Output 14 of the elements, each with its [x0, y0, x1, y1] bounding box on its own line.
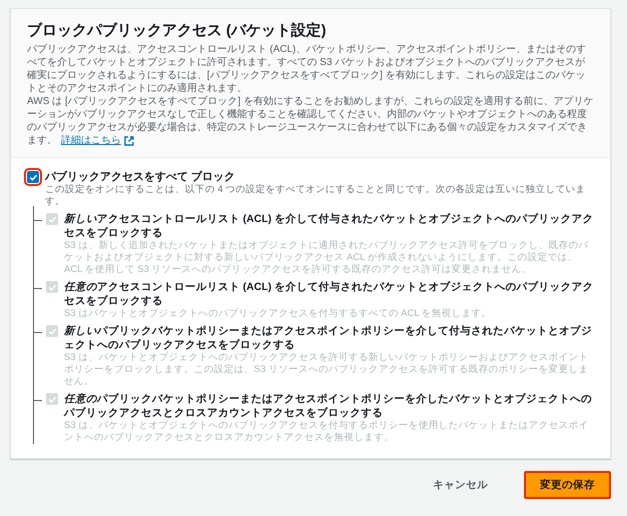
hint-text: S3 は、新しく追加されたバケットまたはオブジェクトに適用されたパブリックアクセス許可をブロックし、既存のバケットおよびオブジェクトに対する新しいパブリックアクセス ACL が作成されないようにします。この設定では、ACL を使用して S3 リソースへのパブリックアクセスを許可する既存のアクセス許可は変更されません。 [64, 240, 590, 276]
save-button[interactable]: 変更の保存 [524, 471, 611, 499]
description-text: AWS は [パブリックアクセスをすべてブロック] を有効にすることをお勧めしますが、これらの設定を適用する前に、アプリケーションがパブリックアクセスなしで正しく機能することを確認してください。内部のバケットやオブジェクトへのある程度のパブリックアクセスが必要な場合は、特定のストレージユースケースに合わせて以下にある個々の設定をカスタマイズできます。 詳細はこちら [27, 95, 594, 147]
checkbox[interactable] [27, 171, 39, 183]
checkbox-label[interactable]: パブリックアクセスをすべて ブロック [45, 170, 236, 184]
learn-more-link[interactable]: 詳細はこちら [61, 134, 134, 147]
hint-text: S3 は、バケットとオブジェクトへのパブリックアクセスを付与するポリシーを使用したバケットまたはアクセスポイントへのパブリックアクセスとクロスアカウントアクセスを無視します。 [64, 420, 590, 444]
hint-text: この設定をオンにすることは、以下の 4 つの設定をすべてオンにすることと同じです。次の各設定は互いに独立しています。 [45, 184, 587, 208]
section-title: ブロックパブリックアクセス (バケット設定) [27, 21, 328, 40]
external-link-icon [124, 136, 134, 146]
cancel-button[interactable]: キャンセル [419, 473, 502, 497]
description-text: パブリックアクセスは、アクセスコントロールリスト (ACL)、バケットポリシー、アクセスポイントポリシー、またはそのすべてを介してバケットとオブジェクトに許可されます。すべての S3 バケットおよびオブジェクトへのパブリックアクセスが確実にブロックされるようにするには、[パブリックアクセスをすべてブロック] を有効にします。これらの設定はこのバケットとそのアクセスポイントにのみ適用されます。 [27, 43, 587, 95]
hint-text: S3 は、バケットとオブジェクトへのパブリックアクセスを許可する新しいバケットポリシーおよびアクセスポイントポリシーをブロックします。この設定は、S3 リソースへのパブリックアクセスを許可する既存のポリシーを変更しません。 [64, 352, 590, 388]
hint-text: S3 はバケットとオブジェクトへのパブリックアクセスを付与するすべての ACL を無視します。 [64, 308, 493, 320]
